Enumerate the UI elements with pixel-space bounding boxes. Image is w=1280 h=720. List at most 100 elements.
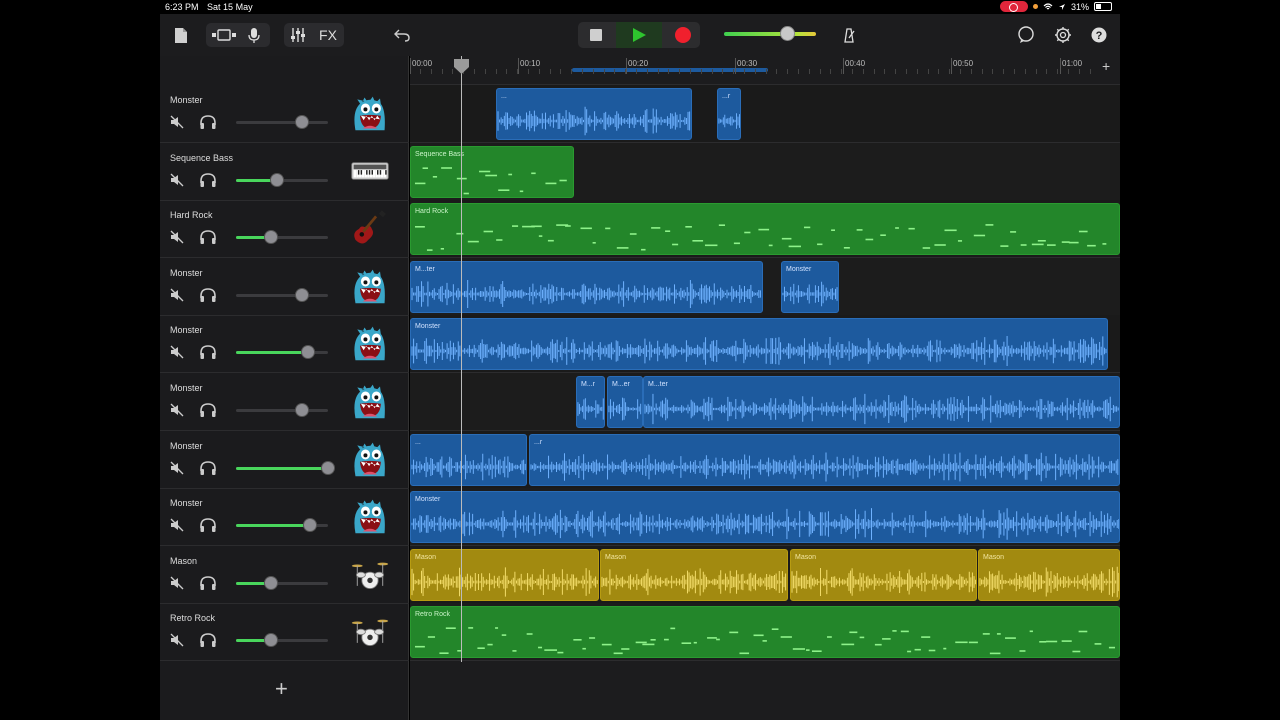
record-icon[interactable] [675,27,691,43]
track-volume-knob[interactable] [270,172,284,187]
track-header[interactable]: Hard Rock [160,200,409,259]
region[interactable]: ...r [717,88,741,140]
track-volume-knob[interactable] [295,403,309,417]
track-volume-slider[interactable] [236,633,328,648]
settings-icon[interactable] [1053,23,1073,47]
drum-kit-icon[interactable] [350,554,394,596]
stop-icon[interactable] [590,29,602,41]
track-lane[interactable]: ... ...r [410,430,1120,489]
track-header[interactable]: Retro Rock [160,603,409,662]
view-toggle-icon[interactable] [210,23,238,47]
track-volume-knob[interactable] [264,230,278,245]
track-volume-slider[interactable] [236,230,328,245]
solo-headphones-icon[interactable] [199,229,217,245]
playhead-handle-icon[interactable] [453,58,470,75]
track-lane[interactable]: Mason Mason Mason Mason [410,545,1120,604]
solo-headphones-icon[interactable] [199,460,217,476]
region[interactable]: Mason [790,548,977,601]
mute-icon[interactable] [170,230,184,244]
solo-headphones-icon[interactable] [199,632,217,648]
track-header[interactable]: Monster [160,488,409,547]
track-volume-slider[interactable] [236,345,328,360]
track-volume-knob[interactable] [321,460,335,475]
track-volume-slider[interactable] [236,403,328,417]
track-lane[interactable]: Monster [410,488,1120,547]
fx-button[interactable]: FX [316,23,340,47]
track-volume-slider[interactable] [236,172,328,187]
synth-keyboard-icon[interactable] [350,151,394,193]
monster-icon[interactable] [350,381,394,423]
solo-headphones-icon[interactable] [199,344,217,360]
track-header[interactable]: Sequence Bass [160,143,409,201]
track-lane[interactable]: M...r M...er M...ter [410,373,1120,431]
track-lane[interactable]: Monster [410,315,1120,374]
solo-headphones-icon[interactable] [199,287,217,303]
monster-icon[interactable] [350,93,394,135]
track-lane[interactable]: M...ter Monster [410,257,1120,316]
track-header[interactable]: Monster [160,373,409,431]
track-volume-knob[interactable] [301,345,315,360]
master-volume-knob[interactable] [780,26,795,41]
track-volume-slider[interactable] [236,575,328,590]
track-lane[interactable]: Sequence Bass [410,142,1120,201]
solo-headphones-icon[interactable] [199,172,217,188]
track-volume-slider[interactable] [236,518,328,533]
region[interactable]: ...r [529,433,1120,486]
undo-icon[interactable] [392,23,412,47]
help-icon[interactable]: ? [1090,23,1108,47]
mute-icon[interactable] [170,461,184,475]
play-button[interactable] [616,22,662,48]
drum-kit-icon[interactable] [350,611,394,653]
region[interactable]: Monster [781,260,839,313]
mute-icon[interactable] [170,173,184,187]
solo-headphones-icon[interactable] [199,517,217,533]
mute-icon[interactable] [170,518,184,532]
region[interactable]: Monster [410,318,1108,371]
microphone-icon[interactable] [244,23,264,47]
add-track-button[interactable]: + [275,676,288,702]
track-lane[interactable]: Hard Rock [410,200,1120,259]
track-volume-knob[interactable] [295,287,309,302]
track-volume-knob[interactable] [303,518,317,533]
region[interactable]: Retro Rock [410,606,1120,659]
region[interactable]: Mason [978,548,1120,601]
track-header[interactable]: Monster [160,431,409,489]
monster-icon[interactable] [350,496,394,538]
timeline-scrollbar[interactable] [572,68,768,72]
track-volume-knob[interactable] [264,575,278,590]
region[interactable]: Mason [600,548,788,601]
track-lane[interactable]: ... ...r [410,85,1120,143]
monster-icon[interactable] [350,439,394,481]
region[interactable]: Sequence Bass [410,145,574,198]
add-section-icon[interactable]: + [1102,58,1110,74]
track-volume-slider[interactable] [236,115,328,129]
track-header[interactable]: Monster [160,258,409,316]
track-volume-slider[interactable] [236,287,328,302]
loop-icon[interactable] [1016,23,1036,47]
region[interactable]: Monster [410,491,1120,544]
track-volume-knob[interactable] [295,115,309,129]
region[interactable]: Hard Rock [410,203,1120,256]
timeline[interactable]: 00:00 00:10 00:20 00:30 00:40 00:50 01:00 + ..… [410,56,1120,720]
region[interactable]: M...r [576,376,605,428]
region[interactable]: M...ter [643,376,1120,428]
mute-icon[interactable] [170,115,184,129]
mixer-icon[interactable] [288,23,308,47]
track-lane[interactable]: Retro Rock [410,603,1120,662]
playhead-line[interactable] [461,56,462,662]
region[interactable]: M...er [607,376,643,428]
monster-icon[interactable] [350,266,394,308]
metronome-icon[interactable] [840,23,858,47]
region[interactable]: ... [410,433,527,486]
track-volume-knob[interactable] [264,633,278,648]
mute-icon[interactable] [170,345,184,359]
mute-icon[interactable] [170,288,184,302]
track-header[interactable]: Monster [160,85,409,143]
track-header[interactable]: Monster [160,315,409,374]
region[interactable]: Mason [410,548,599,601]
solo-headphones-icon[interactable] [199,114,217,130]
mute-icon[interactable] [170,576,184,590]
monster-icon[interactable] [350,323,394,365]
track-header[interactable]: Mason [160,546,409,604]
region[interactable]: M...ter [410,260,763,313]
